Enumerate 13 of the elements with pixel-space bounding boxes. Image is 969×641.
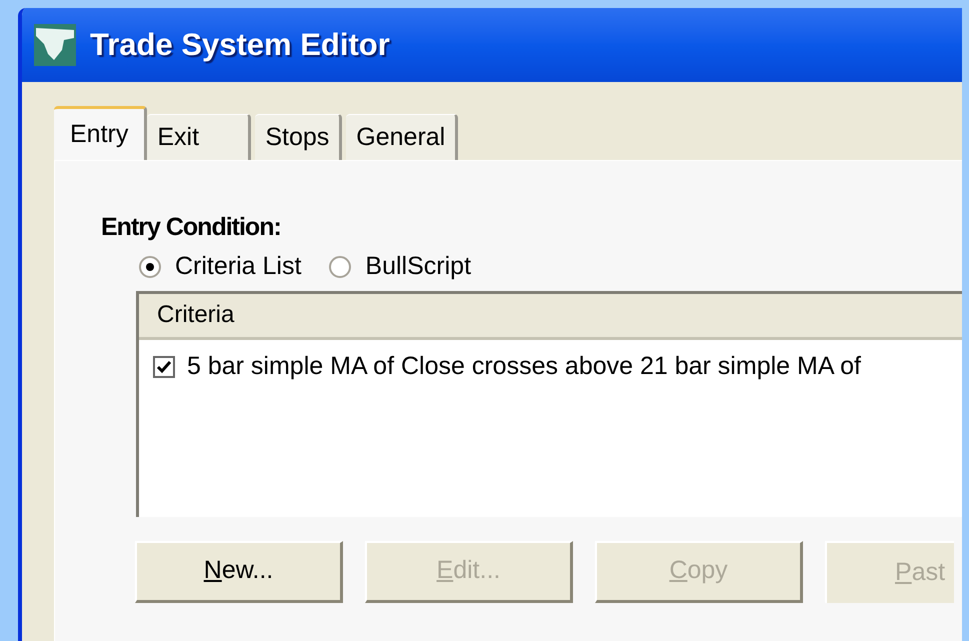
column-header: Criteria [139,294,962,340]
radio-option[interactable]: BullScript [329,248,472,286]
tab[interactable]: Stops [255,114,342,160]
tab[interactable]: General [346,114,458,160]
window-title: Trade System Editor [90,26,390,64]
tab[interactable]: Entry [54,106,148,160]
action-button[interactable]: New... [135,540,343,602]
app-logo-icon [34,24,76,66]
section-label: Entry Condition: [101,212,282,243]
tab[interactable]: Exit [147,114,252,160]
radio-option[interactable]: Criteria List [139,248,302,286]
criteria-text: 5 bar simple MA of Close crosses above 21 bar simple MA of [187,350,861,382]
checkbox[interactable] [153,356,175,378]
